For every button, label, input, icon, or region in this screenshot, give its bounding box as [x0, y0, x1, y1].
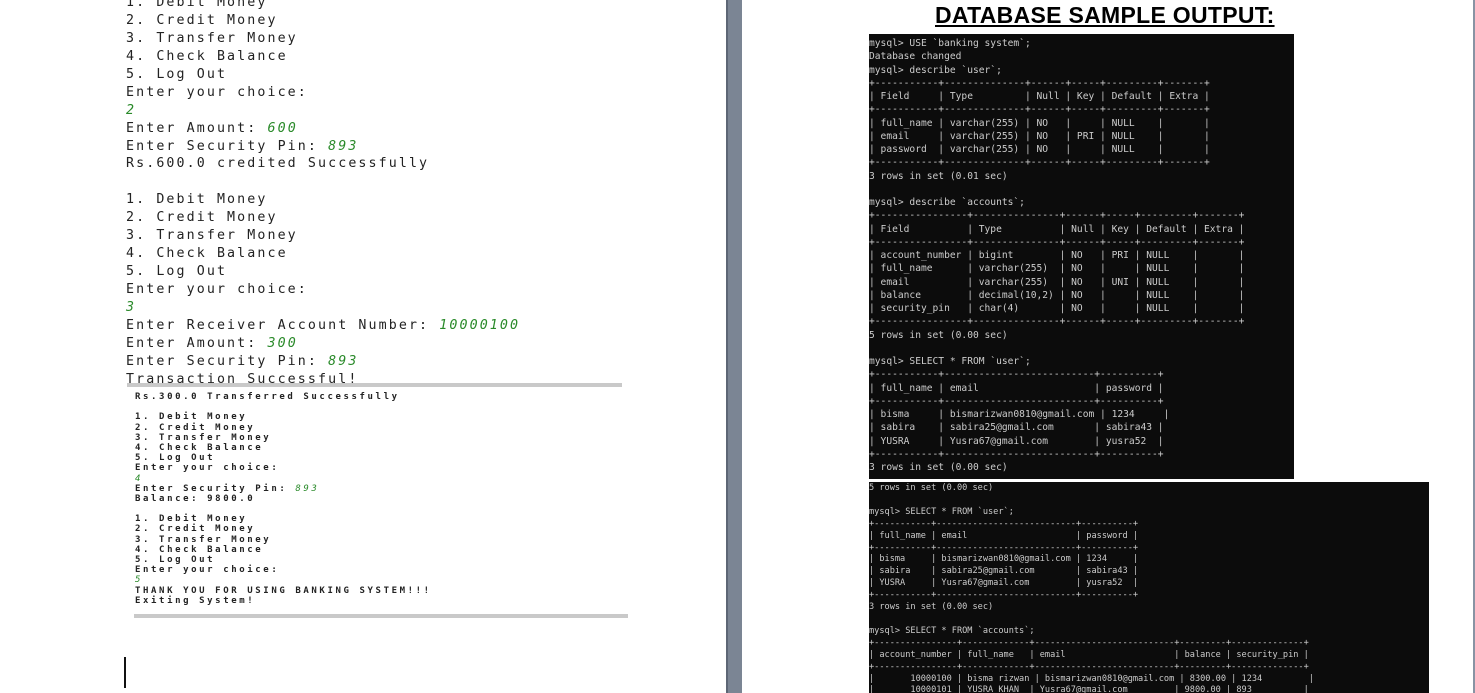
console-user-input: 5 — [135, 575, 144, 586]
console-text: 2. Credit Money — [126, 12, 278, 28]
console-text: Balance: 9800.0 — [135, 493, 256, 504]
console-line: 1. Debit Money — [135, 412, 432, 422]
console-line: 2. Credit Money — [135, 524, 432, 534]
console-text: 5. Log Out — [135, 555, 216, 565]
console-line: 5. Log Out — [135, 453, 432, 463]
console-text: 2. Credit Money — [126, 210, 278, 226]
console-line: Enter your choice: — [135, 565, 432, 575]
console-text: 1. Debit Money — [126, 192, 268, 208]
console-line: 3. Transfer Money — [135, 535, 432, 545]
console-line: Enter your choice: — [135, 463, 432, 473]
console-line: 4. Check Balance — [126, 48, 520, 66]
console-line: THANK YOU FOR USING BANKING SYSTEM!!! — [135, 586, 432, 596]
console-line: 3. Transfer Money — [135, 433, 432, 443]
console-text: Rs.300.0 Transferred Successfully — [135, 392, 400, 402]
console-line: 4. Check Balance — [126, 245, 520, 263]
console-line: Exiting System! — [135, 596, 432, 606]
console-text: 3. Transfer Money — [135, 534, 272, 545]
console-text: 1. Debit Money — [135, 514, 248, 525]
console-line: 5 — [135, 575, 432, 585]
console-line: Enter Amount: 600 — [126, 120, 520, 138]
console-text: Exiting System! — [135, 595, 256, 606]
console-text: Enter Receiver Account Number: — [126, 317, 440, 333]
console-line: 5. Log Out — [126, 263, 520, 281]
mysql-terminal-screenshot-1: mysql> USE `banking system`; Database ch… — [869, 34, 1294, 479]
console-line: 1. Debit Money — [126, 191, 520, 209]
terminal-text-2: 5 rows in set (0.00 sec) mysql> SELECT *… — [869, 483, 1314, 693]
console-line: 2. Credit Money — [135, 423, 432, 433]
console-line: Enter Receiver Account Number: 10000100 — [126, 317, 520, 335]
console-text: Enter Amount: — [126, 120, 268, 136]
console-text: 2. Credit Money — [135, 422, 256, 433]
console-line: 2. Credit Money — [126, 209, 520, 227]
console-text: Enter your choice: — [126, 282, 308, 297]
console-text: 1. Debit Money — [126, 0, 268, 10]
console-text: Enter Security Pin: — [126, 353, 329, 369]
console-line: 5. Log Out — [135, 555, 432, 565]
console-text: 4. Check Balance — [126, 48, 288, 64]
console-line: Enter your choice: — [126, 84, 520, 102]
page-divider — [726, 0, 742, 693]
console-line: Balance: 9800.0 — [135, 494, 432, 504]
console-text: Enter your choice: — [135, 463, 280, 474]
console-text: 5. Log Out — [135, 453, 216, 464]
console-line: Enter Security Pin: 893 — [126, 353, 520, 371]
document-left-page: 1. Debit Money 2. Credit Money 3. Transfer… — [0, 0, 726, 693]
console-text: Enter Amount: — [126, 335, 268, 351]
console-user-input: 10000100 — [439, 317, 521, 333]
console-line: 3 — [126, 299, 520, 317]
console-line: 3. Transfer Money — [126, 227, 520, 245]
console-user-input: 893 — [295, 483, 320, 494]
console-text: 1. Debit Money — [135, 412, 248, 423]
console-text: 3. Transfer Money — [126, 30, 298, 46]
console-line: Enter Security Pin: 893 — [135, 484, 432, 494]
console-line: 1. Debit Money — [126, 0, 520, 12]
console-line: 3. Transfer Money — [126, 30, 520, 48]
console-line: 4. Check Balance — [135, 443, 432, 453]
console-line: 5. Log Out — [126, 66, 520, 84]
console-line: 2. Credit Money — [126, 12, 520, 30]
console-text: 4. Check Balance — [126, 246, 288, 262]
screenshot-separator — [127, 383, 622, 387]
console-text: 3. Transfer Money — [126, 228, 298, 244]
mysql-terminal-screenshot-2: 5 rows in set (0.00 sec) mysql> SELECT *… — [869, 482, 1429, 693]
console-text: 2. Credit Money — [135, 524, 256, 535]
database-output-title: DATABASE SAMPLE OUTPUT: — [935, 2, 1275, 28]
console-line: Rs.300.0 Transferred Successfully — [135, 392, 432, 402]
console-text: Enter your choice: — [126, 84, 308, 100]
console-user-input: 893 — [328, 138, 359, 154]
console-user-input: 600 — [267, 120, 298, 136]
console-user-input: 3 — [126, 299, 137, 315]
console-line: Enter Amount: 300 — [126, 335, 520, 353]
console-output-bottom: Rs.300.0 Transferred Successfully 1. Debi… — [135, 392, 432, 606]
console-user-input: 2 — [126, 102, 137, 118]
console-line: 2 — [126, 102, 520, 120]
screenshot-separator-bottom — [134, 614, 628, 618]
console-line: 4. Check Balance — [135, 545, 432, 555]
console-user-input: 4 — [135, 473, 144, 484]
console-line: Enter your choice: — [126, 281, 520, 299]
console-text: Enter Security Pin: — [135, 483, 296, 494]
console-text: 4. Check Balance — [135, 544, 264, 555]
console-user-input: 893 — [328, 353, 359, 369]
text-cursor — [124, 657, 126, 688]
console-text: THANK YOU FOR USING BANKING SYSTEM!!! — [135, 585, 432, 596]
console-text: 5. Log Out — [126, 66, 228, 82]
console-text: Enter Security Pin: — [126, 138, 329, 154]
console-text: 3. Transfer Money — [135, 432, 272, 443]
console-text: Enter your choice: — [135, 565, 280, 576]
console-text: 4. Check Balance — [135, 442, 264, 453]
console-text: 5. Log Out — [126, 264, 228, 280]
console-text: Rs.600.0 credited Successfully — [126, 156, 430, 172]
console-output-top: 1. Debit Money 2. Credit Money 3. Transfer… — [126, 0, 520, 389]
console-line: Enter Security Pin: 893 — [126, 138, 520, 156]
console-line: 4 — [135, 474, 432, 484]
console-user-input: 300 — [267, 335, 298, 351]
terminal-text-1: mysql> USE `banking system`; Database ch… — [869, 38, 1245, 473]
console-line: Rs.600.0 credited Successfully — [126, 155, 520, 173]
console-line: 1. Debit Money — [135, 514, 432, 524]
